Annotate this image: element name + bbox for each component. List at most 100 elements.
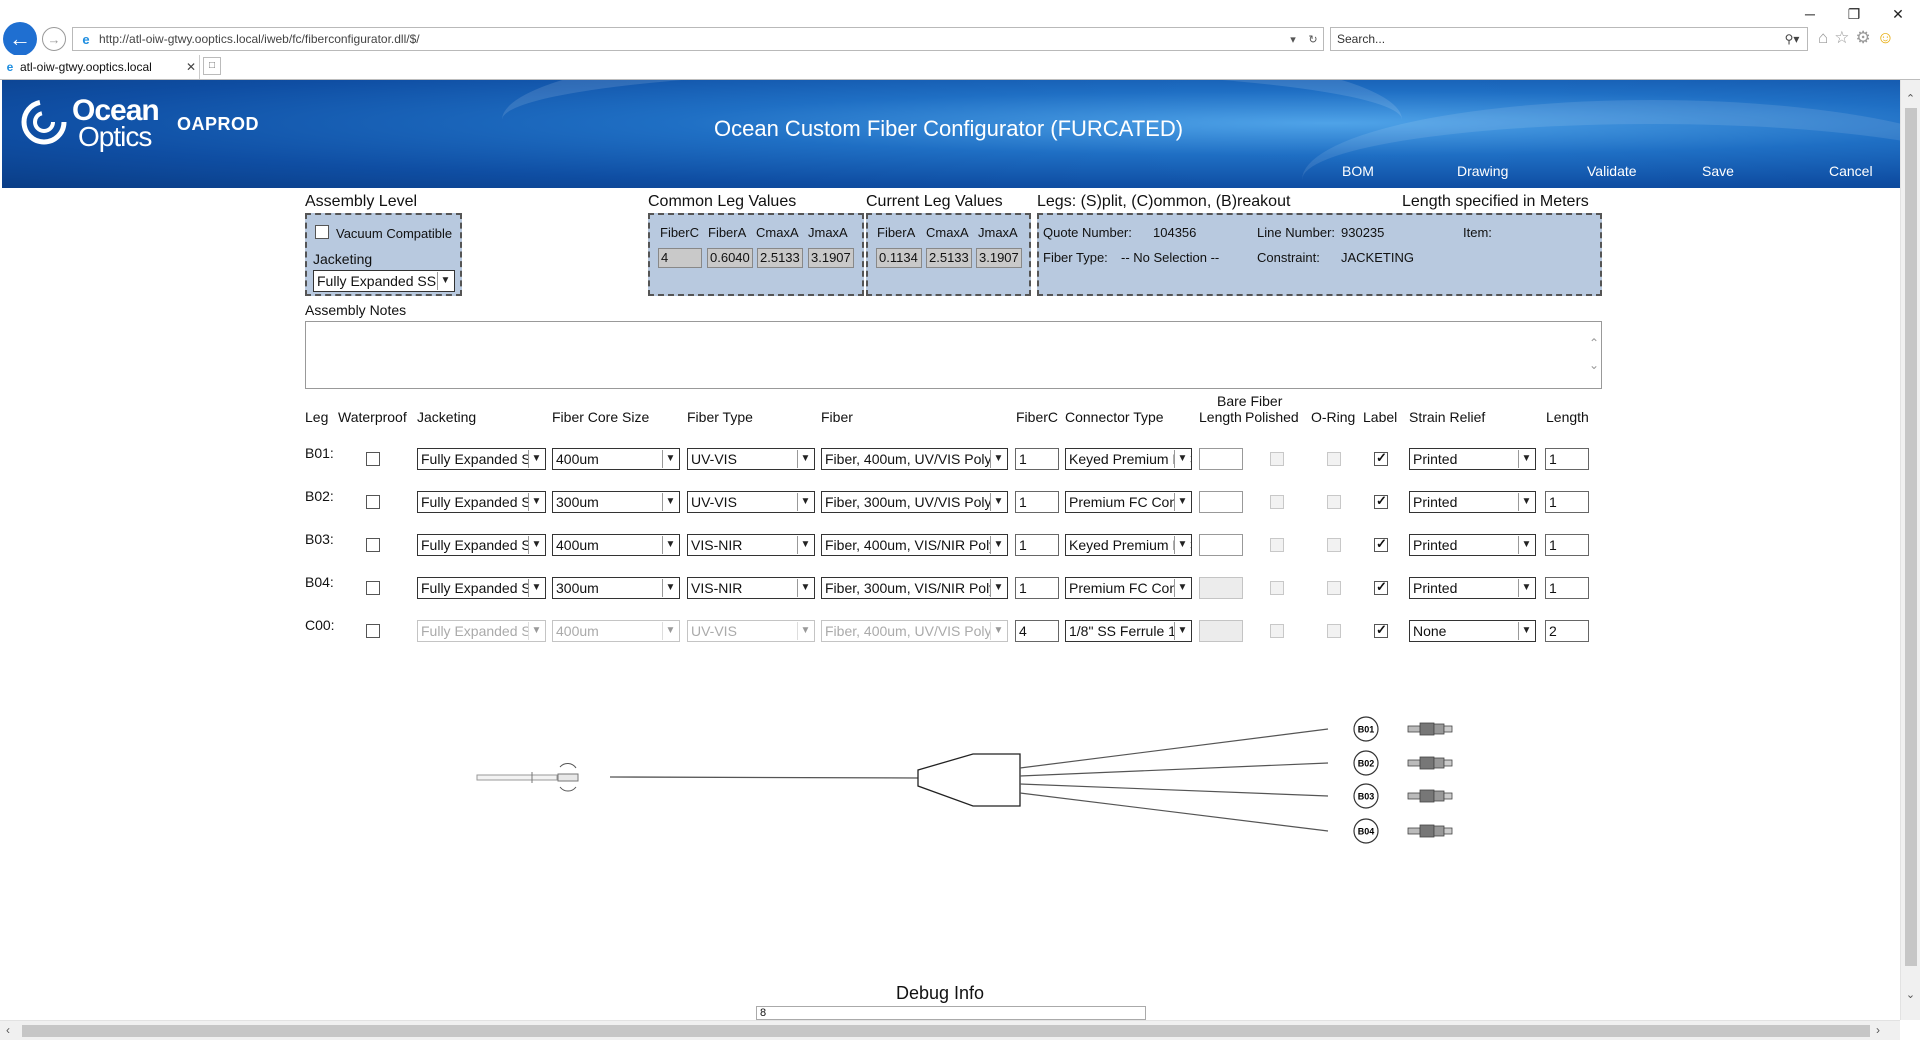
fiber-type-select[interactable]: VIS-NIR ▼ bbox=[687, 534, 815, 556]
settings-icon[interactable]: ⚙ bbox=[1856, 28, 1871, 48]
o-ring-checkbox[interactable] bbox=[1327, 538, 1341, 552]
strain-relief-select[interactable]: Printed ▼ bbox=[1409, 448, 1536, 470]
bare-fiber-length-input[interactable] bbox=[1199, 577, 1243, 599]
close-button[interactable]: ✕ bbox=[1876, 0, 1920, 28]
label-checkbox[interactable] bbox=[1374, 622, 1388, 638]
horizontal-scrollbar[interactable]: ‹ › bbox=[0, 1020, 1900, 1040]
back-icon[interactable]: ← bbox=[3, 22, 37, 56]
fiber-core-select[interactable]: 400um ▼ bbox=[552, 534, 680, 556]
fiber-type-select[interactable]: UV-VIS ▼ bbox=[687, 620, 815, 642]
textarea-scroll-arrows[interactable]: ⌃ ⌄ bbox=[1589, 332, 1599, 376]
jacketing-select[interactable]: Fully Expanded SS ▼ bbox=[417, 577, 546, 599]
label-checkbox[interactable] bbox=[1374, 450, 1388, 466]
length-input[interactable]: 1 bbox=[1545, 577, 1589, 599]
debug-info-field[interactable]: 8 bbox=[756, 1006, 1146, 1020]
fiberc-input[interactable]: 1 bbox=[1015, 534, 1059, 556]
scroll-up-icon[interactable]: ⌃ bbox=[1901, 92, 1920, 105]
fiber-core-select[interactable]: 300um ▼ bbox=[552, 577, 680, 599]
jacketing-select[interactable]: Fully Expanded SS ▼ bbox=[417, 448, 546, 470]
assembly-jacketing-select[interactable]: Fully Expanded SS ▼ bbox=[313, 270, 455, 292]
connector-type-select[interactable]: Keyed Premium FC ▼ bbox=[1065, 448, 1192, 470]
jacketing-select[interactable]: Fully Expanded SS ▼ bbox=[417, 491, 546, 513]
fiber-type-select[interactable]: UV-VIS ▼ bbox=[687, 491, 815, 513]
search-box[interactable]: Search... ⚲▾ bbox=[1330, 27, 1808, 51]
bare-fiber-length-input[interactable] bbox=[1199, 491, 1243, 513]
cancel-link[interactable]: Cancel bbox=[1829, 163, 1873, 179]
fiber-select[interactable]: Fiber, 300um, UV/VIS Poly ▼ bbox=[821, 491, 1008, 513]
polished-checkbox[interactable] bbox=[1270, 624, 1284, 638]
assembly-notes-textarea[interactable]: ⌃ ⌄ bbox=[305, 321, 1602, 389]
validate-link[interactable]: Validate bbox=[1587, 163, 1637, 179]
tab-close-icon[interactable]: ✕ bbox=[183, 60, 199, 74]
browser-tab[interactable]: e atl-oiw-gtwy.ooptics.local ✕ bbox=[0, 55, 200, 79]
restore-button[interactable]: ❐ bbox=[1832, 0, 1876, 28]
minimize-button[interactable]: ─ bbox=[1788, 0, 1832, 28]
connector-type-select[interactable]: Premium FC Conn ▼ bbox=[1065, 577, 1192, 599]
jacketing-select[interactable]: Fully Expanded SS ▼ bbox=[417, 534, 546, 556]
waterproof-checkbox[interactable] bbox=[366, 581, 380, 595]
label-checkbox[interactable] bbox=[1374, 536, 1388, 552]
fiber-core-select[interactable]: 300um ▼ bbox=[552, 491, 680, 513]
refresh-icon[interactable]: ↻ bbox=[1303, 33, 1323, 46]
strain-relief-select[interactable]: None ▼ bbox=[1409, 620, 1536, 642]
o-ring-checkbox[interactable] bbox=[1327, 581, 1341, 595]
address-dropdown-icon[interactable]: ▾ bbox=[1283, 33, 1303, 46]
waterproof-checkbox[interactable] bbox=[366, 452, 380, 466]
connector-type-select[interactable]: Premium FC Conn ▼ bbox=[1065, 491, 1192, 513]
drawing-link[interactable]: Drawing bbox=[1457, 163, 1508, 179]
fiber-type-select[interactable]: UV-VIS ▼ bbox=[687, 448, 815, 470]
connector-type-select[interactable]: 1/8" SS Ferrule 1 ▼ bbox=[1065, 620, 1192, 642]
bom-link[interactable]: BOM bbox=[1342, 163, 1374, 179]
length-input[interactable]: 1 bbox=[1545, 534, 1589, 556]
address-input[interactable]: http://atl-oiw-gtwy.ooptics.local/iweb/f… bbox=[95, 32, 1283, 46]
fiber-select[interactable]: Fiber, 300um, VIS/NIR Poly ▼ bbox=[821, 577, 1008, 599]
favorites-icon[interactable]: ☆ bbox=[1834, 28, 1849, 48]
length-input[interactable]: 1 bbox=[1545, 491, 1589, 513]
scroll-down-icon[interactable]: ⌄ bbox=[1901, 988, 1920, 1001]
fiberc-input[interactable]: 4 bbox=[1015, 620, 1059, 642]
polished-checkbox[interactable] bbox=[1270, 538, 1284, 552]
vertical-scrollbar[interactable]: ⌃ ⌄ bbox=[1900, 80, 1920, 1020]
length-input[interactable]: 2 bbox=[1545, 620, 1589, 642]
scroll-right-icon[interactable]: › bbox=[1876, 1023, 1880, 1037]
polished-checkbox[interactable] bbox=[1270, 581, 1284, 595]
length-input[interactable]: 1 bbox=[1545, 448, 1589, 470]
feedback-smile-icon[interactable]: ☺ bbox=[1877, 28, 1894, 48]
o-ring-checkbox[interactable] bbox=[1327, 624, 1341, 638]
waterproof-checkbox[interactable] bbox=[366, 495, 380, 509]
jacketing-select[interactable]: Fully Expanded SS ▼ bbox=[417, 620, 546, 642]
fiber-select[interactable]: Fiber, 400um, UV/VIS Poly ▼ bbox=[821, 620, 1008, 642]
fiber-type-select[interactable]: VIS-NIR ▼ bbox=[687, 577, 815, 599]
save-link[interactable]: Save bbox=[1702, 163, 1734, 179]
strain-relief-select[interactable]: Printed ▼ bbox=[1409, 534, 1536, 556]
strain-relief-select[interactable]: Printed ▼ bbox=[1409, 491, 1536, 513]
bare-fiber-length-input[interactable] bbox=[1199, 448, 1243, 470]
scroll-thumb[interactable] bbox=[1905, 108, 1917, 966]
fiber-select[interactable]: Fiber, 400um, VIS/NIR Poly ▼ bbox=[821, 534, 1008, 556]
scroll-left-icon[interactable]: ‹ bbox=[6, 1023, 10, 1037]
fiber-core-select[interactable]: 400um ▼ bbox=[552, 620, 680, 642]
label-checkbox[interactable] bbox=[1374, 493, 1388, 509]
forward-icon[interactable]: → bbox=[42, 27, 66, 51]
bare-fiber-length-input[interactable] bbox=[1199, 620, 1243, 642]
search-input[interactable]: Search... bbox=[1331, 32, 1777, 46]
scroll-thumb[interactable] bbox=[22, 1025, 1870, 1037]
fiberc-input[interactable]: 1 bbox=[1015, 577, 1059, 599]
o-ring-checkbox[interactable] bbox=[1327, 495, 1341, 509]
vacuum-compatible-checkbox[interactable] bbox=[315, 225, 329, 239]
label-checkbox[interactable] bbox=[1374, 579, 1388, 595]
connector-type-select[interactable]: Keyed Premium FC ▼ bbox=[1065, 534, 1192, 556]
search-icon[interactable]: ⚲▾ bbox=[1777, 32, 1807, 46]
home-icon[interactable]: ⌂ bbox=[1818, 28, 1828, 48]
polished-checkbox[interactable] bbox=[1270, 452, 1284, 466]
fiberc-input[interactable]: 1 bbox=[1015, 448, 1059, 470]
polished-checkbox[interactable] bbox=[1270, 495, 1284, 509]
strain-relief-select[interactable]: Printed ▼ bbox=[1409, 577, 1536, 599]
new-tab-button[interactable]: □ bbox=[203, 57, 221, 75]
fiberc-input[interactable]: 1 bbox=[1015, 491, 1059, 513]
o-ring-checkbox[interactable] bbox=[1327, 452, 1341, 466]
waterproof-checkbox[interactable] bbox=[366, 538, 380, 552]
fiber-core-select[interactable]: 400um ▼ bbox=[552, 448, 680, 470]
bare-fiber-length-input[interactable] bbox=[1199, 534, 1243, 556]
fiber-select[interactable]: Fiber, 400um, UV/VIS Poly ▼ bbox=[821, 448, 1008, 470]
